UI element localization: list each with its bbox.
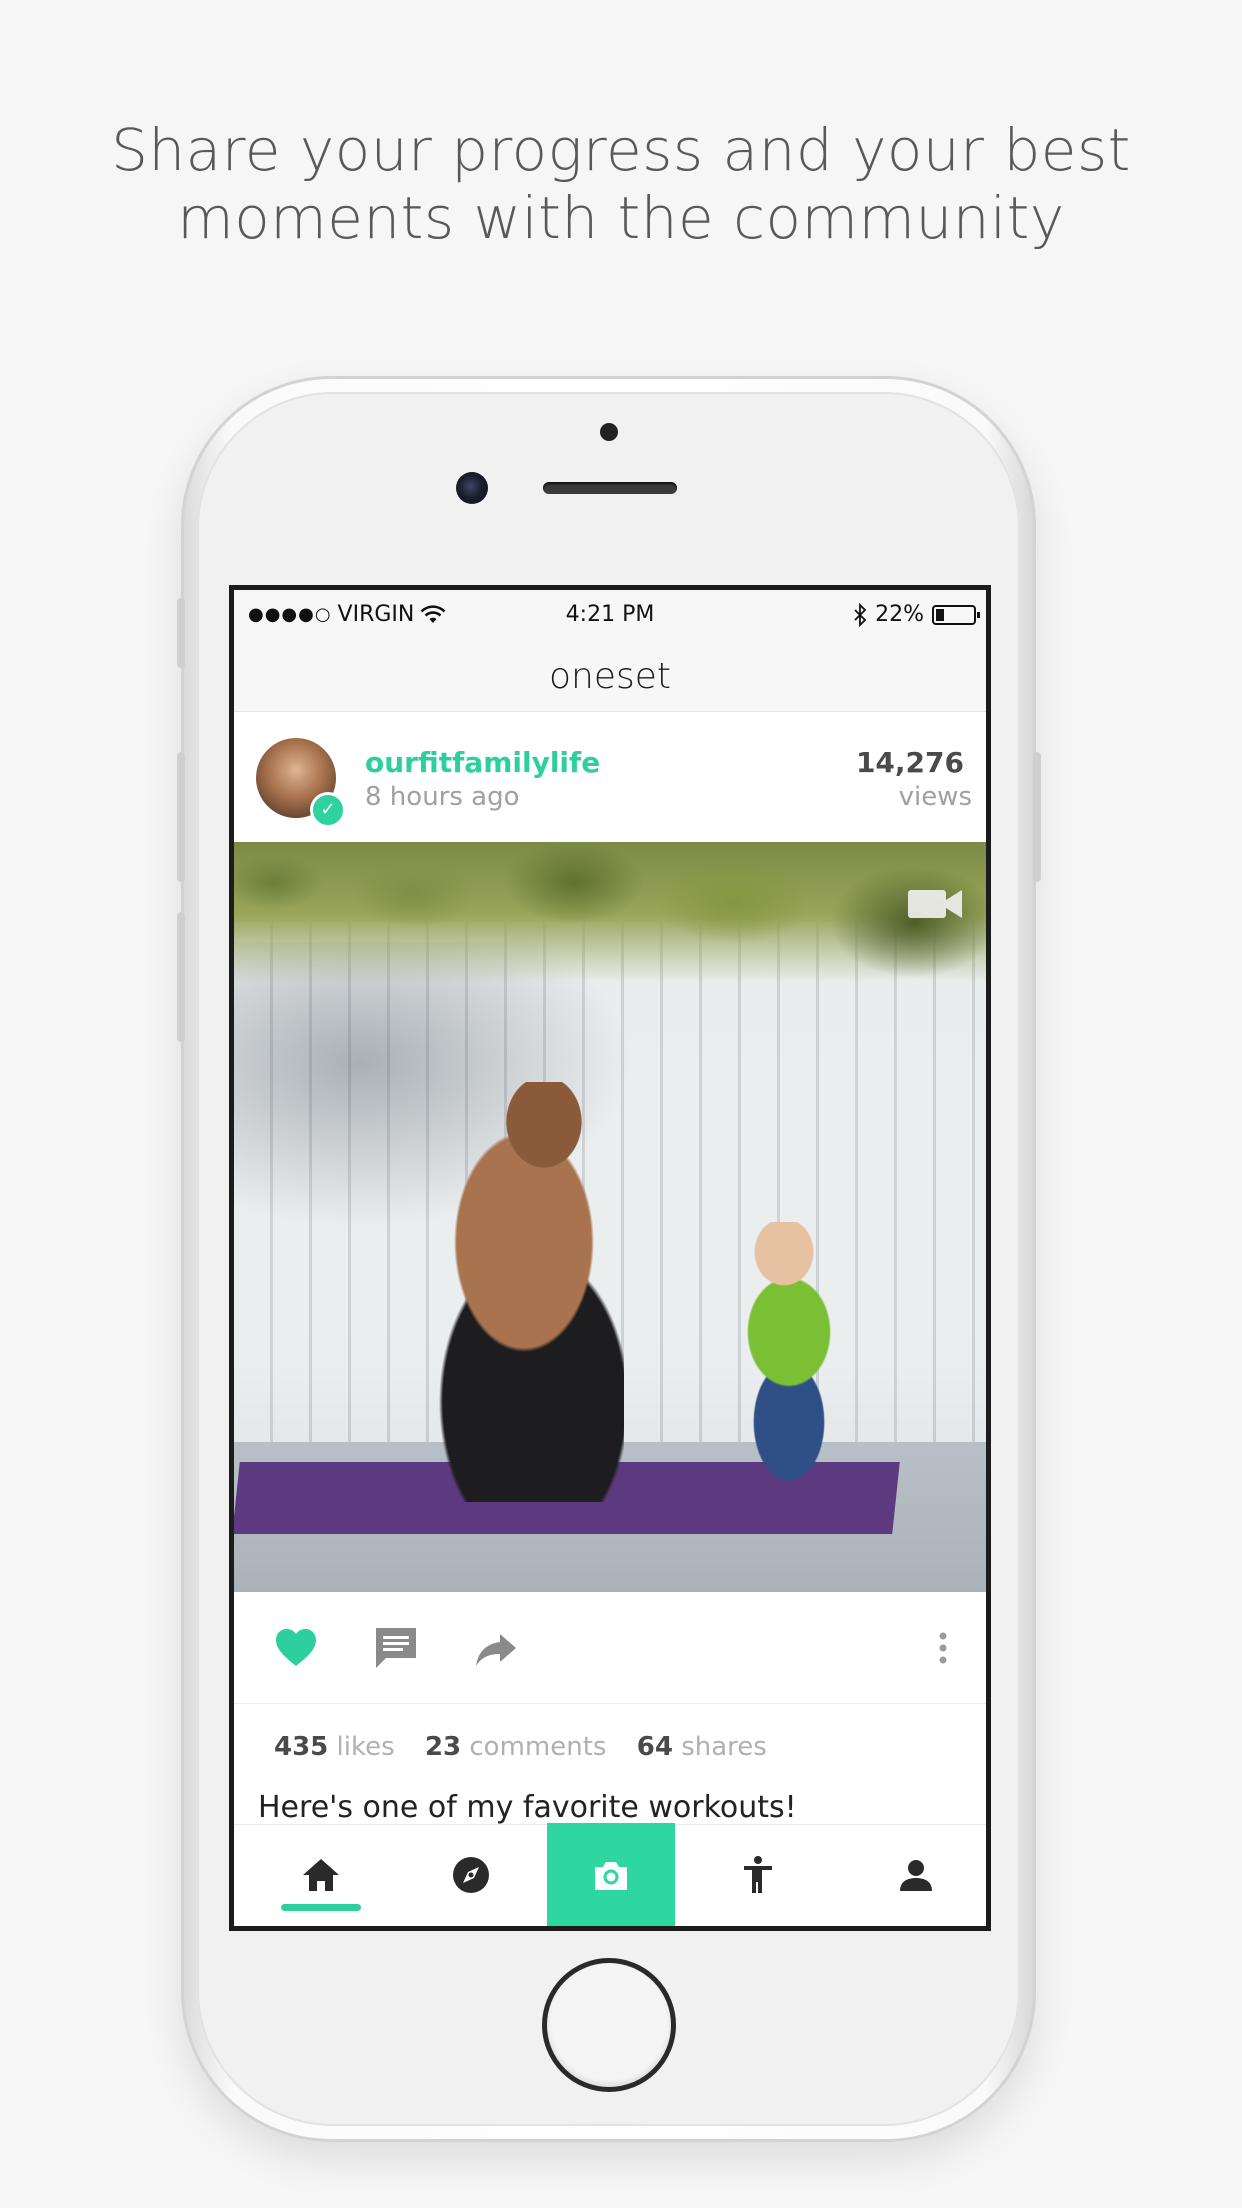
post-caption: Here's one of my favorite workouts! [258,1790,797,1825]
earpiece-speaker [543,482,677,494]
tab-profile[interactable] [851,1825,981,1926]
likes-label: likes [336,1732,395,1762]
tab-explore[interactable] [406,1825,536,1926]
tab-activity[interactable] [693,1825,823,1926]
likes-count: 435 [274,1732,329,1762]
headline: Share your progress and your best moment… [0,116,1242,252]
post-username[interactable]: ourfitfamilylife [365,746,600,779]
comment-icon[interactable] [372,1624,420,1672]
volume-down-button [177,912,185,1042]
woman-exercising [424,1082,624,1502]
more-options-icon[interactable] [936,1624,950,1672]
home-icon [303,1859,339,1891]
tab-bar [234,1823,986,1926]
comments-stat[interactable]: 23 comments [425,1732,607,1762]
post-timestamp: 8 hours ago [365,782,520,812]
heart-icon[interactable] [272,1624,320,1672]
phone-screen: ●●●●○ VIRGIN 4:21 PM 22% oneset ✓ ourfit… [229,585,991,1931]
bluetooth-icon [854,602,867,627]
comments-count: 23 [424,1732,462,1762]
front-camera [456,472,488,504]
tab-home[interactable] [256,1825,386,1926]
likes-stat[interactable]: 435 likes [274,1732,395,1762]
active-tab-indicator [281,1904,361,1911]
volume-up-button [177,752,185,882]
verified-badge-icon: ✓ [310,792,346,828]
tab-camera[interactable] [547,1823,675,1926]
views-count: 14,276 [855,746,964,779]
status-right: 22% [853,602,980,627]
shares-label: shares [681,1732,767,1762]
status-bar: ●●●●○ VIRGIN 4:21 PM 22% [234,590,986,642]
person-stretch-icon [744,1856,772,1893]
power-button [1033,752,1041,882]
compass-icon [453,1857,489,1893]
battery-icon [932,604,980,625]
app-title: oneset [234,642,986,712]
comments-label: comments [469,1732,607,1762]
post-header: ✓ ourfitfamilylife 8 hours ago 14,276 vi… [234,712,986,842]
proximity-sensor [600,423,618,441]
profile-icon [900,1860,932,1891]
shares-count: 64 [636,1732,673,1762]
mute-switch [177,598,185,668]
headline-line-2: moments with the community [177,184,1065,252]
battery-percent: 22% [875,602,924,627]
post-actions [234,1592,986,1704]
camera-icon [595,1862,627,1890]
home-button[interactable] [542,1958,676,2092]
post-stats: 435 likes 23 comments 64 shares [274,1732,789,1762]
video-camera-icon [908,890,962,918]
foliage [234,842,986,982]
toddler [744,1222,834,1482]
views-label: views [898,782,972,812]
post-video[interactable] [234,842,986,1592]
headline-line-1: Share your progress and your best [111,116,1131,184]
shares-stat[interactable]: 64 shares [637,1732,767,1762]
share-arrow-icon[interactable] [472,1624,520,1672]
